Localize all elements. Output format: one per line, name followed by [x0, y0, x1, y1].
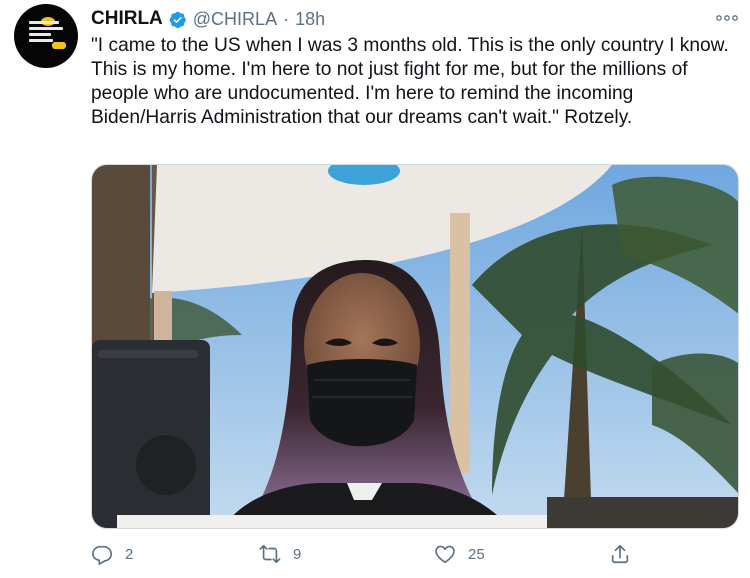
- avatar[interactable]: [14, 4, 78, 68]
- verified-badge-icon: [168, 10, 187, 29]
- handle[interactable]: @CHIRLA: [193, 9, 277, 30]
- separator-dot: ·: [283, 8, 290, 29]
- retweet-icon: [259, 544, 281, 564]
- action-bar: 2 9 25: [91, 540, 739, 568]
- like-count: 25: [468, 545, 485, 563]
- photo-image: [92, 165, 738, 528]
- tweet-header: CHIRLA @CHIRLA · 18h: [91, 7, 325, 31]
- reply-count: 2: [125, 545, 134, 563]
- share-button[interactable]: [609, 540, 631, 568]
- display-name[interactable]: CHIRLA: [91, 8, 163, 30]
- like-button[interactable]: 25: [434, 540, 485, 568]
- like-icon: [435, 545, 455, 564]
- reply-button[interactable]: 2: [91, 540, 133, 568]
- timestamp[interactable]: 18h: [295, 9, 325, 30]
- tweet-photo[interactable]: [91, 164, 739, 529]
- more-options-icon[interactable]: [715, 11, 739, 25]
- tweet-card[interactable]: CHIRLA @CHIRLA · 18h "I came to the US w…: [0, 0, 750, 578]
- tweet-text: "I came to the US when I was 3 months ol…: [91, 35, 734, 128]
- reply-icon: [92, 545, 112, 565]
- logo-accent: [52, 42, 66, 49]
- share-icon: [611, 544, 629, 564]
- retweet-count: 9: [293, 545, 302, 563]
- retweet-button[interactable]: 9: [259, 540, 301, 568]
